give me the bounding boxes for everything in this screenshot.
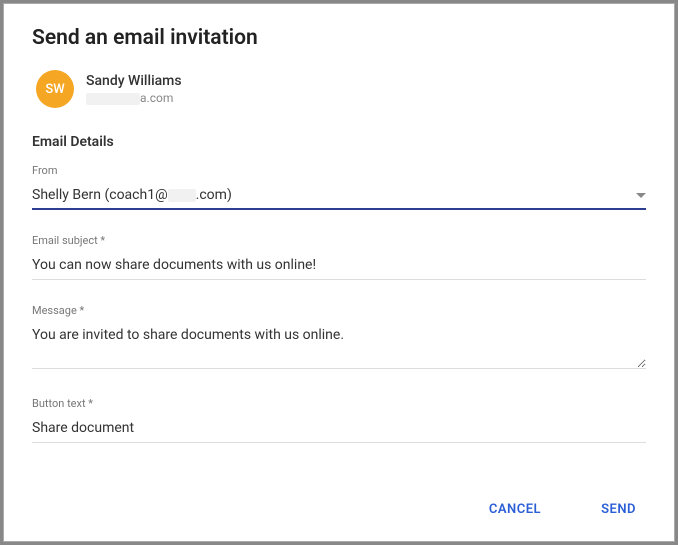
dialog-title: Send an email invitation: [32, 26, 646, 50]
button-text-label: Button text *: [32, 397, 646, 410]
message-label: Message *: [32, 304, 646, 317]
avatar: SW: [36, 70, 74, 108]
recipient-email-suffix: a.com: [140, 91, 173, 105]
recipient-row: SW Sandy Williams .a.com: [32, 70, 646, 108]
recipient-name: Sandy Williams: [86, 73, 182, 89]
section-title: Email Details: [32, 134, 646, 150]
subject-input[interactable]: [32, 253, 646, 280]
message-input[interactable]: [32, 323, 646, 369]
recipient-email: .a.com: [86, 91, 182, 105]
button-text-input[interactable]: [32, 416, 646, 443]
from-select[interactable]: Shelly Bern (coach1@..com): [32, 183, 646, 210]
chevron-down-icon: [636, 188, 646, 202]
recipient-info: Sandy Williams .a.com: [86, 73, 182, 105]
send-button[interactable]: SEND: [591, 496, 646, 523]
redacted-email-prefix: .: [86, 93, 140, 105]
redacted-domain: .: [168, 189, 196, 202]
from-value-suffix: .com): [196, 187, 232, 203]
subject-field: Email subject *: [32, 234, 646, 280]
from-select-value: Shelly Bern (coach1@..com): [32, 187, 636, 203]
email-invitation-dialog: Send an email invitation SW Sandy Willia…: [3, 3, 675, 542]
message-field: Message *: [32, 304, 646, 373]
from-value-prefix: Shelly Bern (coach1@: [32, 187, 168, 203]
from-field: From Shelly Bern (coach1@..com): [32, 164, 646, 210]
button-text-field: Button text *: [32, 397, 646, 443]
from-label: From: [32, 164, 646, 177]
avatar-initials: SW: [45, 82, 64, 97]
cancel-button[interactable]: CANCEL: [479, 496, 551, 523]
subject-label: Email subject *: [32, 234, 646, 247]
dialog-footer: CANCEL SEND: [32, 478, 646, 523]
